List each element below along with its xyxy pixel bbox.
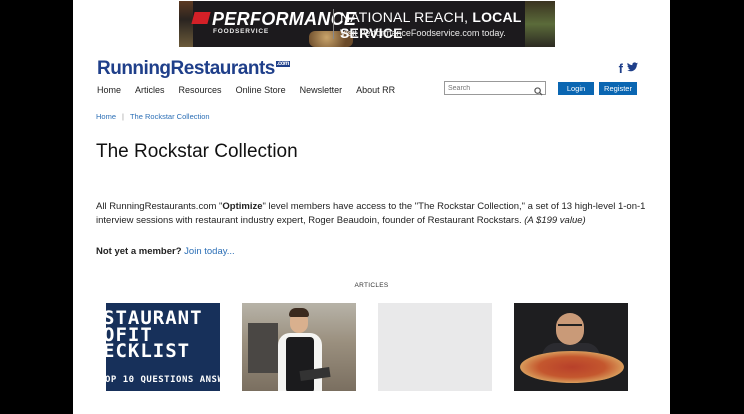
card-title-line-3: ECKLIST xyxy=(106,340,191,362)
ad-brand-logo-icon xyxy=(191,12,211,24)
ad-brand-sub: FOODSERVICE xyxy=(213,28,269,35)
nav-resources[interactable]: Resources xyxy=(179,85,222,95)
photo-person-hair xyxy=(289,308,309,317)
breadcrumb: Home | The Rockstar Collection xyxy=(96,112,210,121)
ad-divider xyxy=(333,9,334,39)
intro-paragraph: All RunningRestaurants.com "Optimize" le… xyxy=(96,200,670,228)
intro-italic: (A $199 value) xyxy=(524,215,586,226)
social-links: f xyxy=(619,62,638,76)
join-today-link[interactable]: Join today... xyxy=(184,246,235,257)
ad-headline-regular: NATIONAL REACH, xyxy=(340,9,473,25)
cta-text: Not yet a member? xyxy=(96,246,182,257)
twitter-icon[interactable] xyxy=(627,62,638,76)
register-button[interactable]: Register xyxy=(599,82,637,95)
photo-background-shelf xyxy=(248,323,278,373)
photo-pizza xyxy=(520,351,624,383)
breadcrumb-current[interactable]: The Rockstar Collection xyxy=(130,112,210,121)
article-card-server-photo[interactable] xyxy=(242,303,356,391)
membership-cta: Not yet a member? Join today... xyxy=(96,246,235,257)
facebook-icon[interactable]: f xyxy=(619,62,623,76)
article-card-profit-checklist[interactable]: STAURANT OFIT ECKLIST OP 10 QUESTIONS AN… xyxy=(106,303,220,391)
search-icon[interactable] xyxy=(534,83,543,101)
breadcrumb-divider: | xyxy=(122,112,124,121)
ad-subline: Visit PerformanceFoodservice.com today. xyxy=(340,28,506,38)
main-nav: Home Articles Resources Online Store New… xyxy=(97,85,409,95)
nav-articles[interactable]: Articles xyxy=(135,85,165,95)
nav-about-rr[interactable]: About RR xyxy=(356,85,395,95)
site-logo-text: RunningRestaurants xyxy=(97,58,275,79)
site-logo-suffix: .com xyxy=(275,61,290,67)
nav-home[interactable]: Home xyxy=(97,85,121,95)
ad-food-image-left xyxy=(179,1,193,47)
card-subtitle: OP 10 QUESTIONS ANSW xyxy=(106,375,220,385)
intro-bold: Optimize xyxy=(222,201,263,212)
ad-brand: PERFORMANCE xyxy=(191,9,357,30)
site-logo[interactable]: RunningRestaurants .com xyxy=(97,58,290,80)
nav-newsletter[interactable]: Newsletter xyxy=(300,85,343,95)
breadcrumb-home[interactable]: Home xyxy=(96,112,116,121)
intro-text-1: All RunningRestaurants.com " xyxy=(96,201,223,212)
photo-person-glasses xyxy=(558,324,582,331)
ad-banner[interactable]: PERFORMANCE FOODSERVICE NATIONAL REACH, … xyxy=(179,1,555,47)
ad-brand-name: PERFORMANCE xyxy=(212,9,357,29)
article-card-placeholder[interactable] xyxy=(378,303,492,391)
article-card-pizza-photo[interactable] xyxy=(514,303,628,391)
search-input[interactable] xyxy=(444,81,546,95)
nav-online-store[interactable]: Online Store xyxy=(236,85,286,95)
page-title: The Rockstar Collection xyxy=(96,141,298,162)
login-button[interactable]: Login xyxy=(558,82,594,95)
photo-person-vest xyxy=(286,337,314,391)
articles-section-label: ARTICLES xyxy=(354,282,389,289)
page-container: PERFORMANCE FOODSERVICE NATIONAL REACH, … xyxy=(73,0,670,414)
